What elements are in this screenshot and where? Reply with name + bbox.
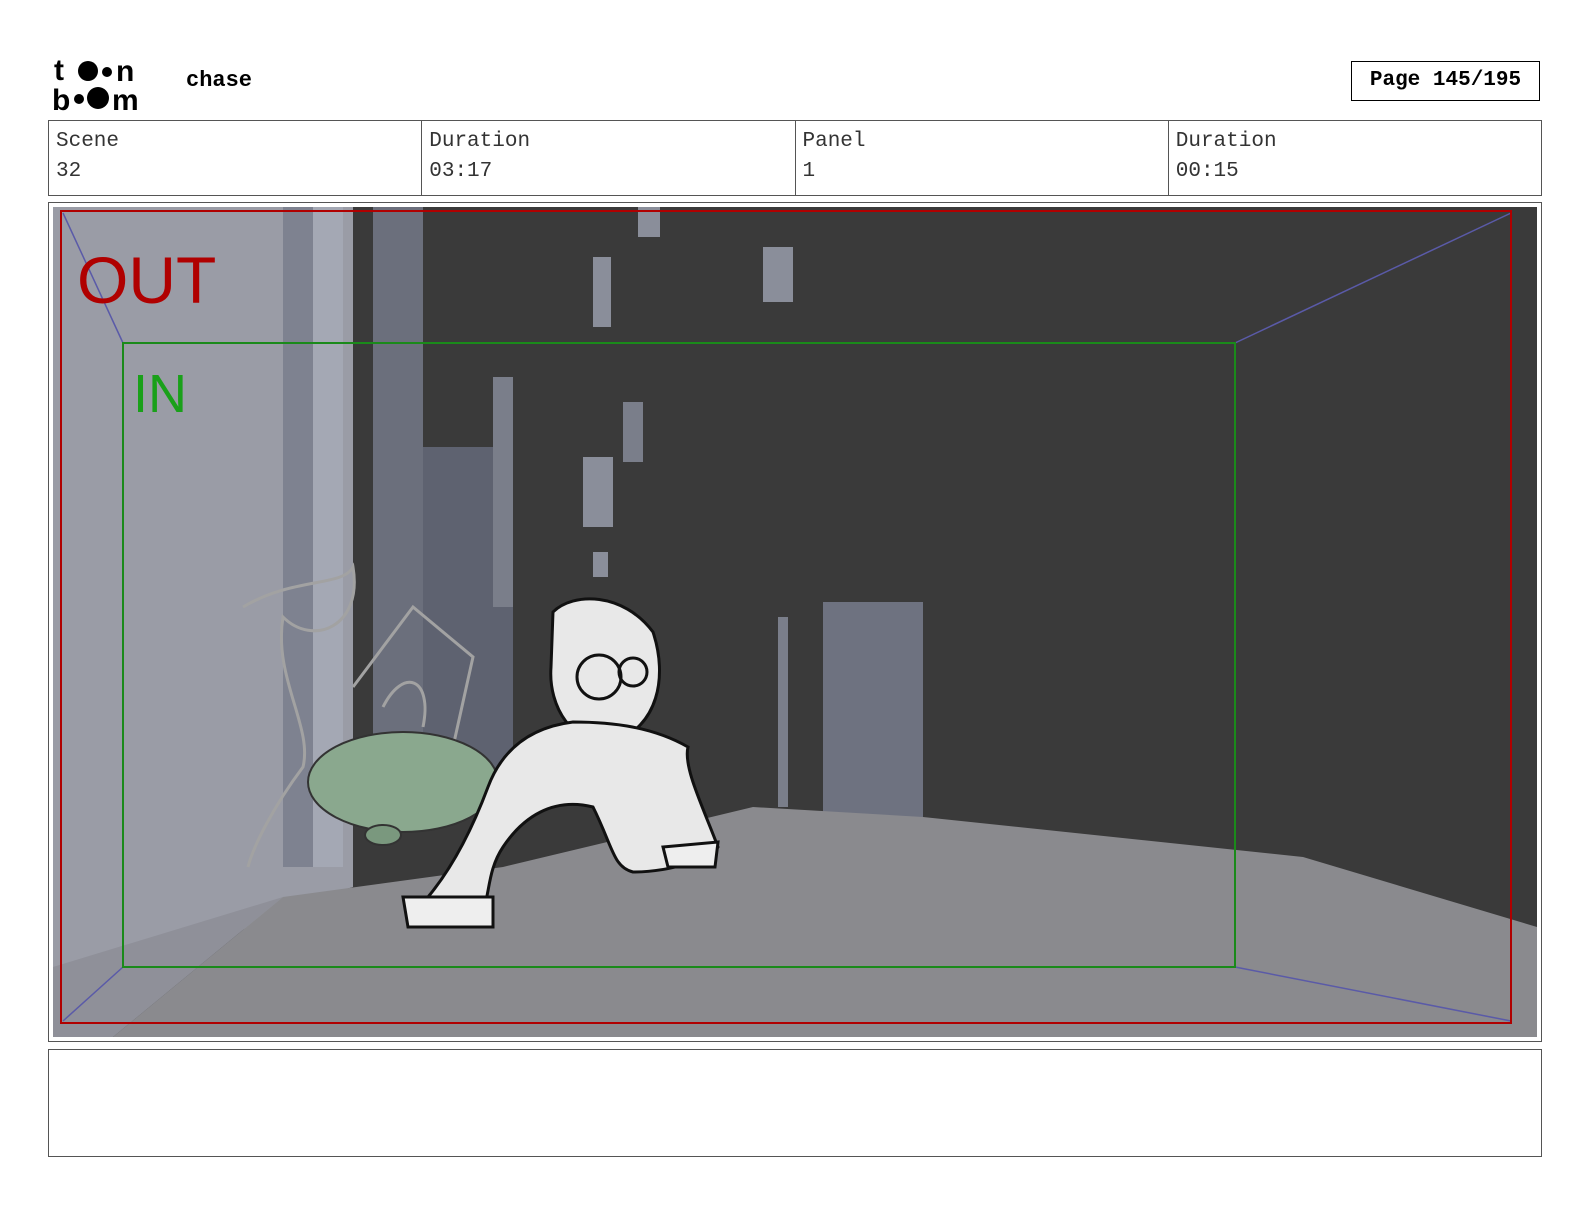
panel-duration-cell: Duration 00:15 xyxy=(1167,121,1541,195)
panel-cell: Panel 1 xyxy=(794,121,1168,195)
panel-value: 1 xyxy=(802,160,816,183)
scene-value: 32 xyxy=(56,160,82,183)
scene-label: Scene xyxy=(56,130,120,153)
in-label: IN xyxy=(133,364,187,424)
svg-text:b: b xyxy=(52,84,70,112)
svg-text:m: m xyxy=(112,84,139,112)
scene-cell: Scene 32 xyxy=(49,121,421,195)
scene-duration-cell: Duration 03:17 xyxy=(421,121,794,195)
out-label: OUT xyxy=(77,243,216,317)
svg-text:t: t xyxy=(54,54,64,87)
panel-duration-value: 00:15 xyxy=(1175,160,1239,183)
panel-duration-label: Duration xyxy=(1175,130,1277,153)
storyboard-panel: OUT IN xyxy=(48,202,1542,1042)
toon-boom-logo: t n b m xyxy=(52,54,139,112)
scene-info-table: Scene 32 Duration 03:17 Panel 1 Duration… xyxy=(48,120,1542,196)
page-number: Page 145/195 xyxy=(1351,61,1540,101)
panel-label: Panel xyxy=(802,130,866,153)
scene-duration-label: Duration xyxy=(429,130,531,153)
project-title: chase xyxy=(186,68,253,93)
scene-duration-value: 03:17 xyxy=(429,160,493,183)
panel-notes-box xyxy=(48,1049,1542,1157)
panel-artwork: OUT IN xyxy=(53,207,1537,1037)
